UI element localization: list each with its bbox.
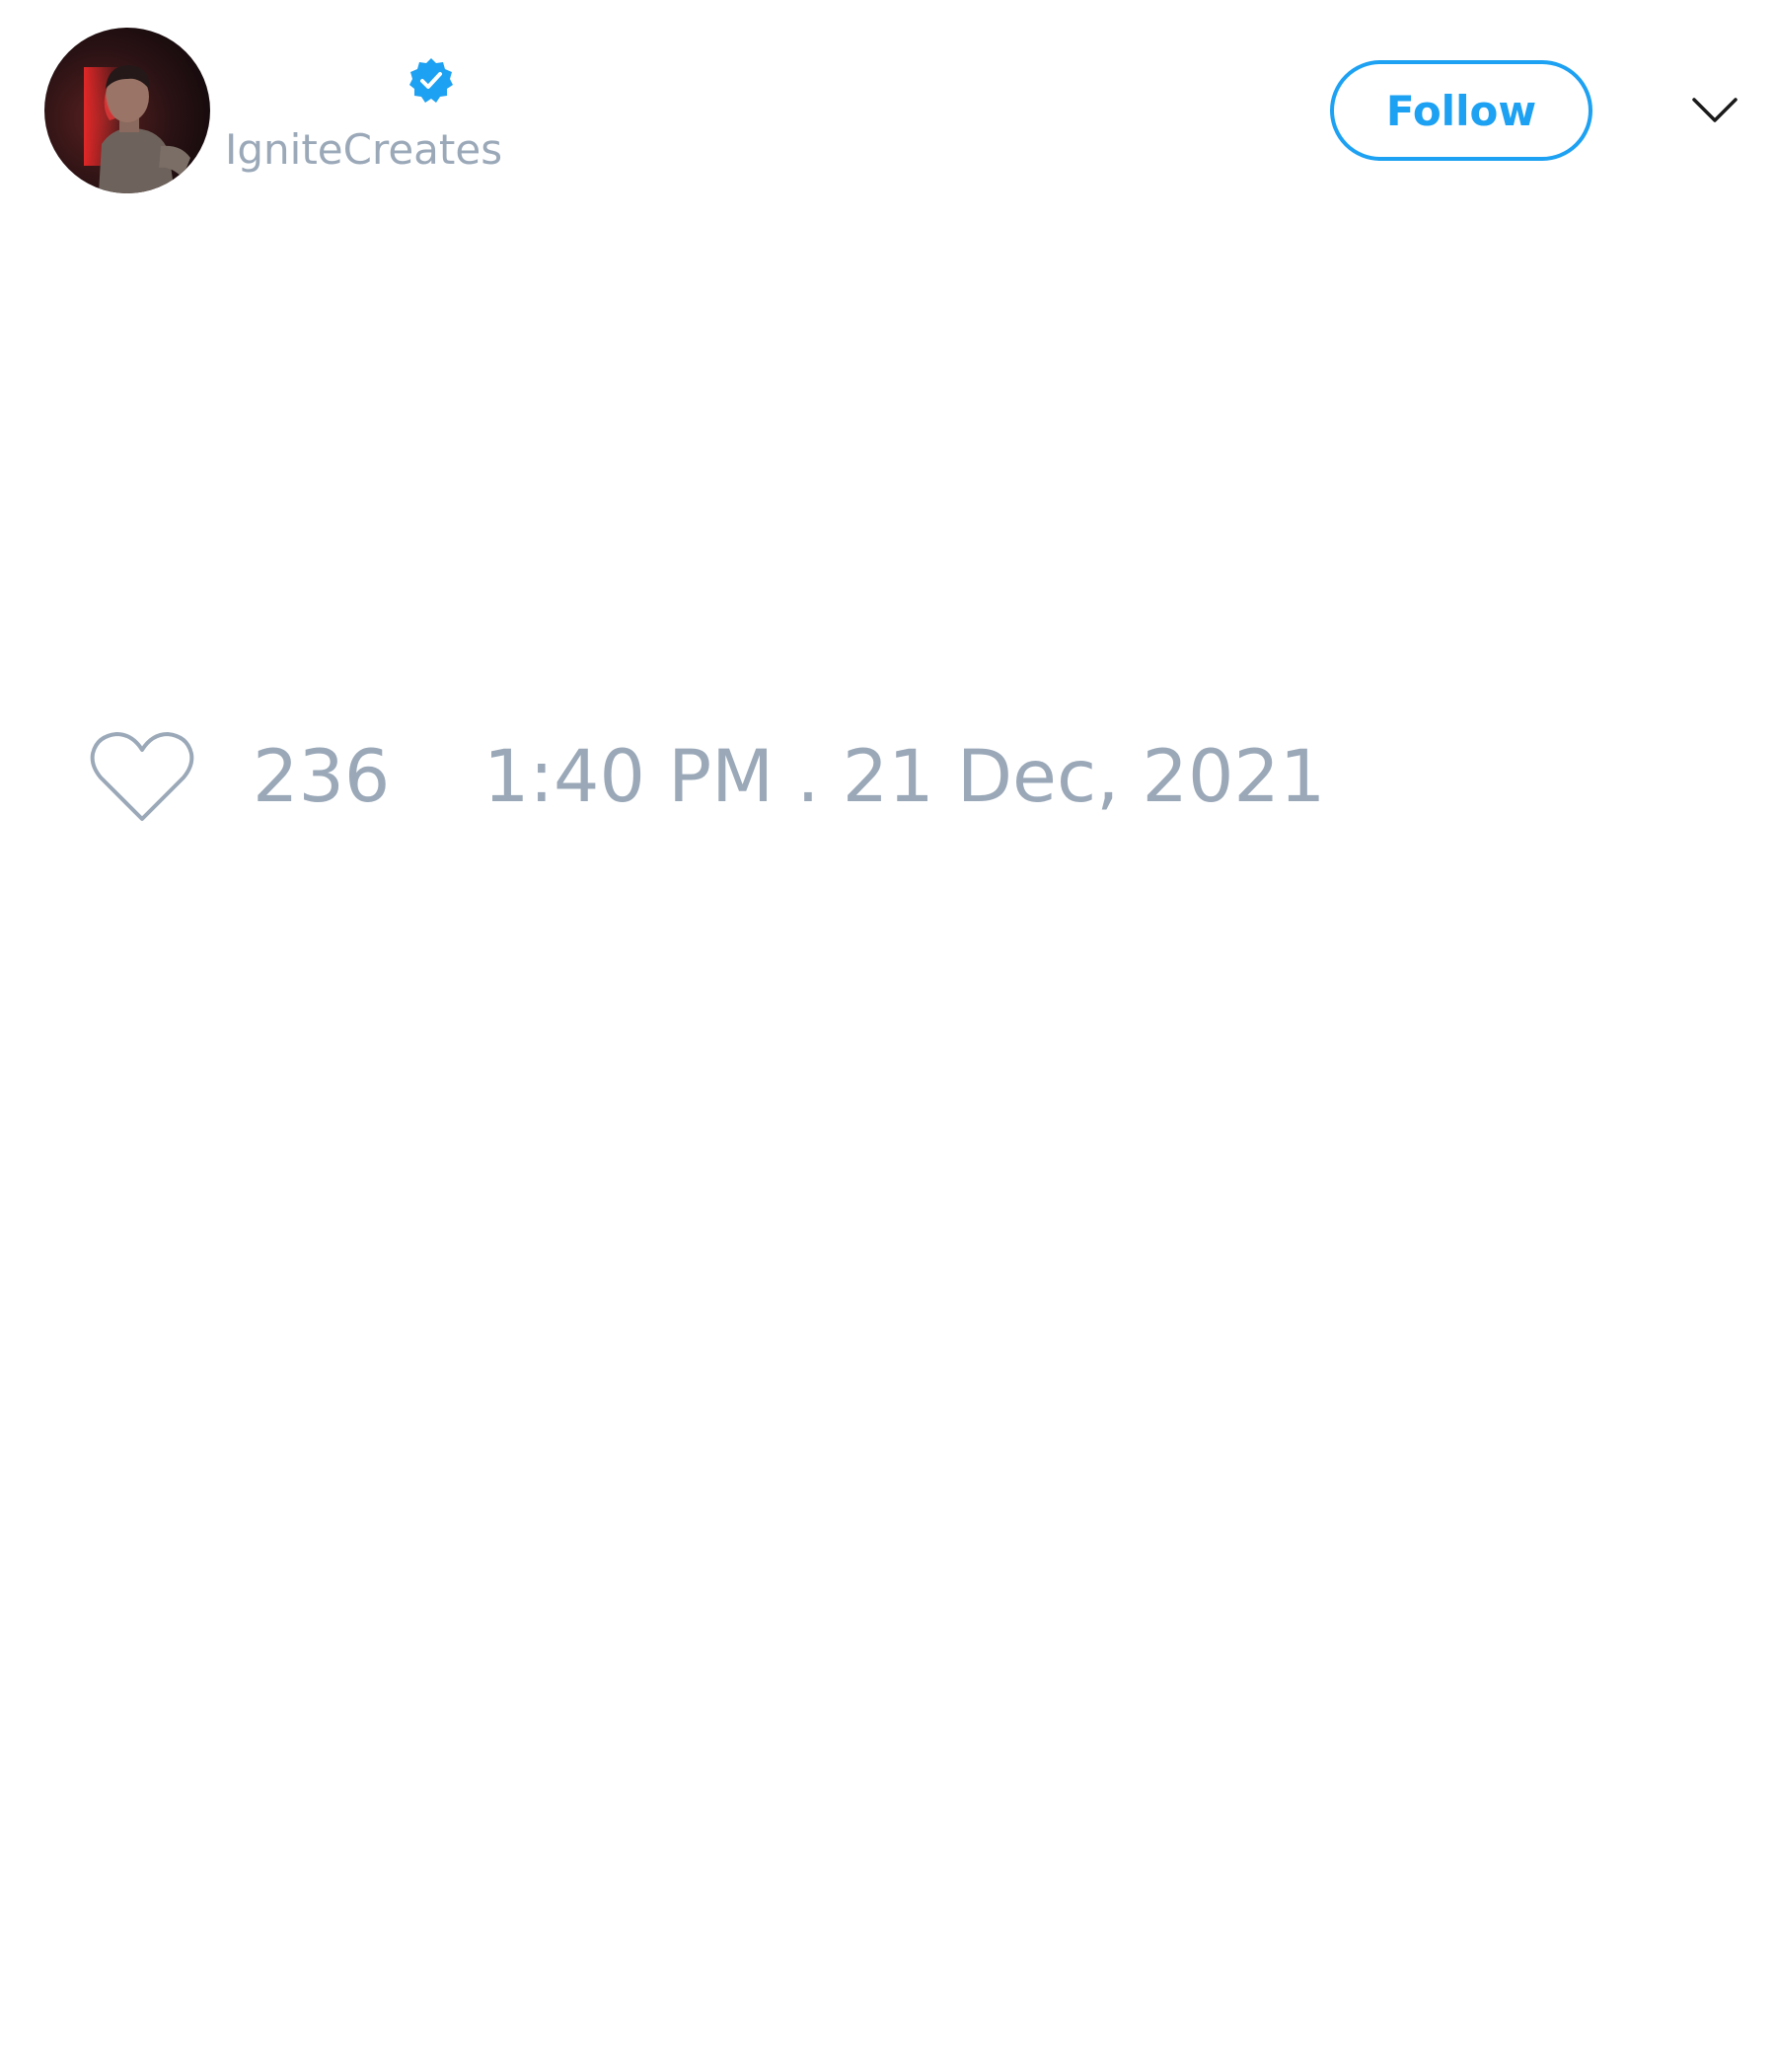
heart-outline-icon[interactable] [89, 730, 195, 825]
avatar[interactable] [44, 28, 210, 193]
follow-button[interactable]: Follow [1330, 60, 1592, 161]
avatar-image [44, 28, 210, 193]
chevron-down-icon[interactable] [1691, 91, 1739, 130]
author-handle[interactable]: IgniteCreates [225, 124, 502, 176]
tweet-timestamp: 1:40 PM . 21 Dec, 2021 [483, 735, 1326, 819]
like-count[interactable]: 236 [253, 736, 390, 819]
verified-badge-icon [409, 58, 453, 103]
